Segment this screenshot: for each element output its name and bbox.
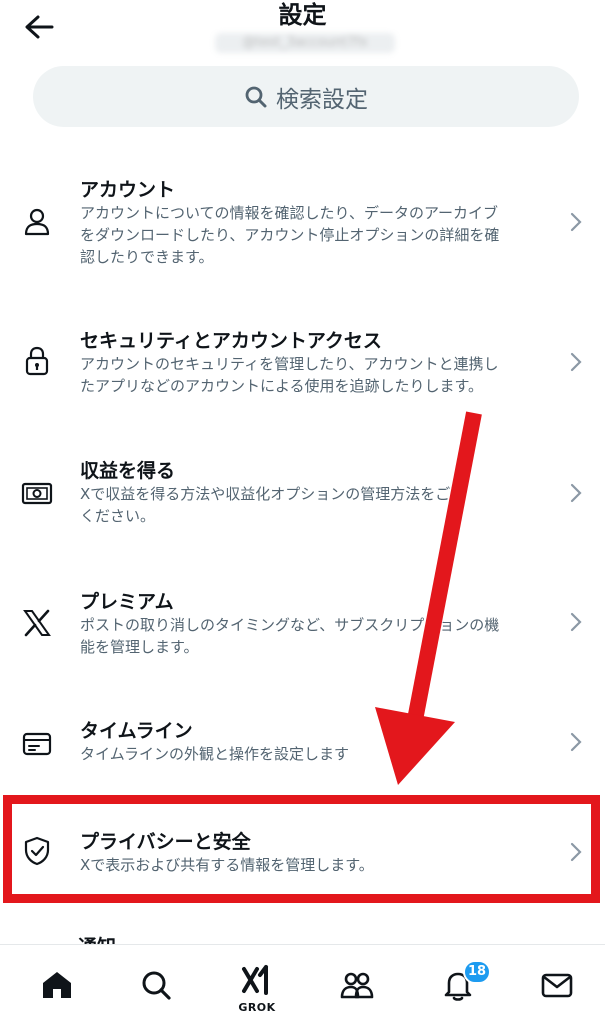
top-bar: 設定 @test_3account7fx — [0, 0, 605, 60]
settings-item-account[interactable]: アカウント アカウントについての情報を確認したり、データのアーカイブ をダウンロ… — [0, 160, 605, 290]
nav-communities[interactable] — [327, 945, 387, 1024]
settings-item-desc: アカウントについての情報を確認したり、データのアーカイブ をダウンロードしたり、… — [80, 204, 500, 266]
page-title: 設定 — [278, 1, 327, 29]
chevron-right-icon — [570, 842, 582, 862]
nav-messages[interactable] — [527, 945, 587, 1024]
grok-icon — [242, 965, 268, 995]
settings-item-title: タイムライン — [80, 720, 193, 742]
settings-item-timeline[interactable]: タイムライン タイムラインの外観と操作を設定します — [0, 703, 605, 793]
settings-item-desc: タイムラインの外観と操作を設定します — [80, 745, 349, 763]
search-settings-field[interactable]: 検索設定 — [33, 66, 579, 127]
home-icon — [43, 972, 71, 998]
nav-grok[interactable]: GROK — [227, 945, 287, 1024]
settings-item-desc: ポストの取り消しのタイミングなど、サブスクリプションの機 能を管理します。 — [80, 616, 500, 656]
settings-item-title: プライバシーと安全 — [80, 831, 251, 853]
x-logo-icon — [23, 609, 51, 637]
nav-notifications[interactable] — [428, 945, 488, 1024]
settings-item-desc: アカウントのセキュリティを管理したり、アカウントと連携し たアプリなどのアカウン… — [80, 355, 499, 395]
search-icon — [142, 971, 171, 1000]
settings-item-title: アカウント — [80, 179, 176, 201]
nav-home[interactable] — [27, 945, 87, 1024]
settings-item-premium[interactable]: プレミアム ポストの取り消しのタイミングなど、サブスクリプションの機 能を管理し… — [0, 574, 605, 684]
shield-icon — [24, 836, 50, 866]
notification-badge: 18 — [463, 960, 491, 984]
settings-item-monetization[interactable]: 収益を得る Xで収益を得る方法や収益化オプションの管理方法をご覧 ください。 — [0, 443, 605, 553]
search-icon — [245, 86, 267, 107]
chevron-right-icon — [570, 212, 582, 232]
account-handle: @test_3account7fx — [215, 33, 395, 53]
person-icon — [24, 208, 50, 236]
settings-item-security[interactable]: セキュリティとアカウントアクセス アカウントのセキュリティを管理したり、アカウン… — [0, 313, 605, 423]
settings-item-title: プレミアム — [80, 591, 174, 613]
settings-item-privacy[interactable]: プライバシーと安全 Xで表示および共有する情報を管理します。 — [0, 818, 605, 888]
settings-item-desc: Xで表示および共有する情報を管理します。 — [80, 856, 374, 874]
search-label: 検索設定 — [276, 86, 368, 113]
settings-item-title: 収益を得る — [80, 460, 176, 482]
grok-label: GROK — [238, 1001, 276, 1014]
nav-search[interactable] — [126, 945, 186, 1024]
lock-icon — [25, 346, 49, 376]
settings-item-desc: Xで収益を得る方法や収益化オプションの管理方法をご覧 ください。 — [80, 485, 466, 525]
chevron-right-icon — [570, 612, 582, 632]
timeline-icon — [22, 732, 52, 756]
mail-icon — [541, 973, 573, 998]
money-icon — [21, 482, 53, 505]
people-icon — [340, 972, 374, 999]
bottom-nav: GROK — [0, 944, 605, 1024]
chevron-right-icon — [570, 352, 582, 372]
chevron-right-icon — [570, 483, 582, 503]
settings-item-title: セキュリティとアカウントアクセス — [80, 330, 382, 352]
chevron-right-icon — [570, 732, 582, 752]
